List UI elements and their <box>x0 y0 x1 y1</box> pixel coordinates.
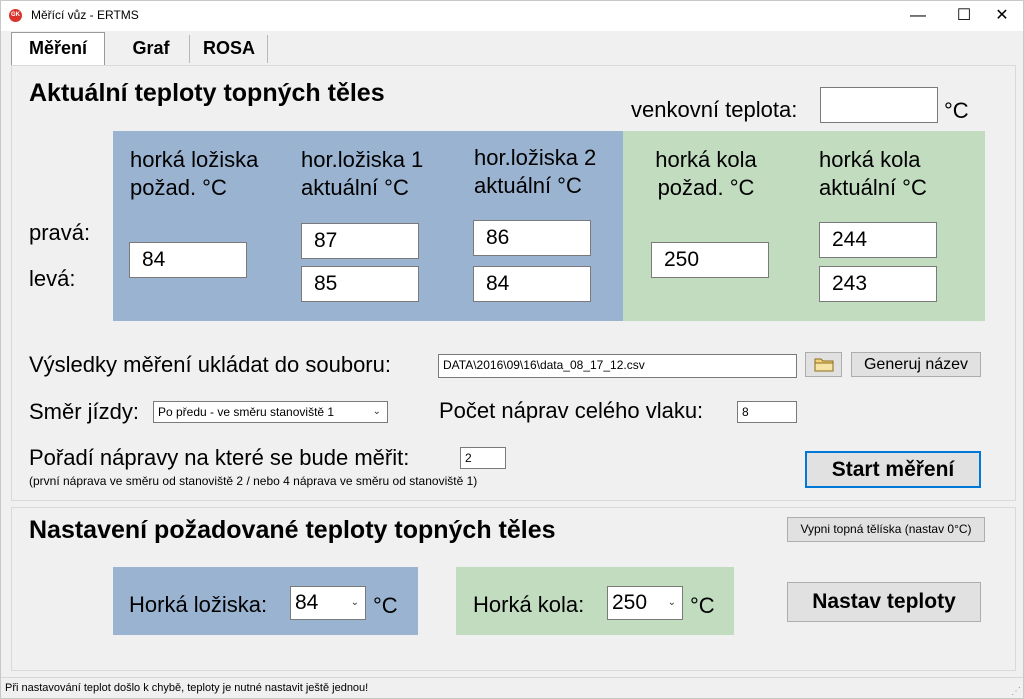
browse-button[interactable] <box>805 352 842 377</box>
status-message: Při nastavování teplot došlo k chybě, te… <box>5 682 369 694</box>
bearing-setpoint-select-value: 84 <box>295 591 319 614</box>
axle-order-input[interactable]: 2 <box>460 447 506 469</box>
row-label-left: levá: <box>29 266 76 291</box>
resize-grip-icon[interactable]: ⋰ <box>1011 686 1021 697</box>
tab-divider <box>267 35 268 63</box>
minimize-button[interactable]: — <box>895 1 941 31</box>
direction-select-value: Po předu - ve směru stanoviště 1 <box>158 405 335 419</box>
row-label-right: pravá: <box>29 220 91 245</box>
col-header-bearing2-actual: hor.ložiska 2 aktuální °C <box>474 145 597 198</box>
chevron-down-icon: ⌄ <box>667 597 676 608</box>
outdoor-temp-label: venkovní teplota: <box>631 97 798 122</box>
wheel-setpoint-field[interactable]: 250 <box>651 242 769 278</box>
close-button[interactable]: ✕ <box>979 1 1023 31</box>
col-header-bearing-setpoint: horká ložiska požad. °C <box>130 147 259 200</box>
bearing1-right-field[interactable]: 87 <box>301 223 419 259</box>
app-window: GK Měřící vůz - ERTMS — ☐ ✕ Měření Graf … <box>0 0 1024 699</box>
wheel-left-field[interactable]: 243 <box>819 266 937 302</box>
heaters-off-button[interactable]: Vypni topná tělíska (nastav 0°C) <box>787 517 985 542</box>
wheel-setpoint-label: Horká kola: <box>473 592 585 617</box>
axle-count-label: Počet náprav celého vlaku: <box>439 398 704 423</box>
col-header-bearing1-actual: hor.ložiska 1 aktuální °C <box>301 147 424 200</box>
setpoint-title: Nastavení požadované teploty topných těl… <box>29 516 556 544</box>
bearing-setpoint-unit: °C <box>373 593 398 618</box>
chevron-down-icon: ⌄ <box>350 597 359 608</box>
apply-temperatures-button[interactable]: Nastav teploty <box>787 582 981 622</box>
tab-rosa[interactable]: ROSA <box>193 33 265 63</box>
title-bar[interactable]: GK Měřící vůz - ERTMS — ☐ ✕ <box>1 1 1023 31</box>
app-icon: GK <box>9 9 22 22</box>
direction-label: Směr jízdy: <box>29 399 140 424</box>
bearing1-left-field[interactable]: 85 <box>301 266 419 302</box>
outdoor-temp-input[interactable] <box>820 87 938 123</box>
tab-mereni[interactable]: Měření <box>11 32 105 65</box>
window-title: Měřící vůz - ERTMS <box>31 8 139 22</box>
wheel-setpoint-select-value: 250 <box>612 591 648 614</box>
generate-name-button[interactable]: Generuj název <box>851 352 981 377</box>
tab-divider <box>189 35 190 63</box>
folder-icon <box>814 358 833 372</box>
status-bar: Při nastavování teplot došlo k chybě, te… <box>1 677 1023 698</box>
wheel-right-field[interactable]: 244 <box>819 222 937 258</box>
measurement-title: Aktuální teploty topných těles <box>29 79 385 107</box>
bearing-setpoint-label: Horká ložiska: <box>129 592 268 617</box>
bearing-setpoint-select[interactable]: 84 ⌄ <box>290 586 366 620</box>
output-file-path-input[interactable]: DATA\2016\09\16\data_08_17_12.csv <box>438 354 797 378</box>
chevron-down-icon: ⌄ <box>372 406 381 417</box>
axle-order-hint: (první náprava ve směru od stanoviště 2 … <box>29 474 478 488</box>
wheel-setpoint-unit: °C <box>690 593 715 618</box>
bearing-setpoint-field[interactable]: 84 <box>129 242 247 278</box>
direction-select[interactable]: Po předu - ve směru stanoviště 1 ⌄ <box>153 401 388 423</box>
output-file-label: Výsledky měření ukládat do souboru: <box>29 352 391 377</box>
start-measurement-button[interactable]: Start měření <box>805 451 981 488</box>
bearing2-left-field[interactable]: 84 <box>473 266 591 302</box>
tab-graf[interactable]: Graf <box>113 33 189 63</box>
outdoor-temp-unit: °C <box>944 98 969 123</box>
wheel-setpoint-select[interactable]: 250 ⌄ <box>607 586 683 620</box>
axle-count-input[interactable]: 8 <box>737 401 797 423</box>
col-header-wheel-actual: horká kola aktuální °C <box>819 147 927 200</box>
bearing2-right-field[interactable]: 86 <box>473 220 591 256</box>
col-header-wheel-setpoint: horká kola požad. °C <box>655 147 757 200</box>
axle-order-label: Pořadí nápravy na které se bude měřit: <box>29 445 410 470</box>
